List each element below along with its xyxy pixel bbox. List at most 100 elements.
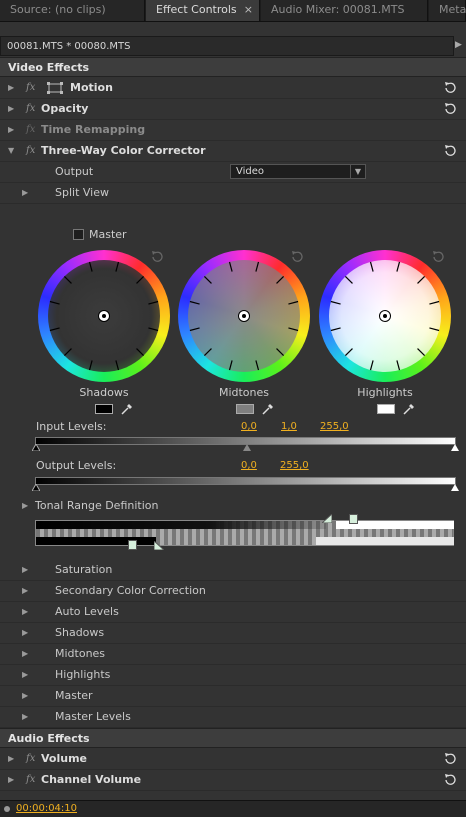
expand-triangle-icon[interactable]: ▶ (8, 99, 14, 119)
timecode-display[interactable]: 00:00:04:10 (16, 801, 77, 817)
fx-toggle-icon[interactable]: fx (26, 99, 35, 119)
output-black-value[interactable]: 0,0 (241, 460, 257, 471)
expand-triangle-icon[interactable]: ▶ (22, 686, 28, 706)
effect-row-time-remapping[interactable]: ▶ fx Time Remapping (0, 120, 466, 141)
expand-triangle-icon[interactable]: ▶ (22, 581, 28, 601)
midtones-color-swatch[interactable] (236, 404, 254, 414)
tab-metadata[interactable]: Meta (429, 0, 466, 21)
subitem-saturation[interactable]: ▶ Saturation (0, 560, 466, 581)
reset-icon[interactable] (444, 752, 457, 765)
effect-row-motion[interactable]: ▶ fx Motion (0, 78, 466, 99)
subitem-midtones[interactable]: ▶ Midtones (0, 644, 466, 665)
split-view-row[interactable]: ▶ Split View (0, 183, 466, 204)
effect-row-three-way-color-corrector[interactable]: ▼ fx Three-Way Color Corrector (0, 141, 466, 162)
highlights-color-wheel[interactable] (319, 250, 451, 382)
wheel-tick (288, 327, 299, 332)
wheel-tick (148, 327, 159, 332)
wheel-tick (330, 300, 341, 305)
input-black-value[interactable]: 0,0 (241, 421, 257, 432)
reset-icon[interactable] (444, 81, 457, 94)
fx-toggle-icon[interactable]: fx (26, 141, 35, 161)
input-gray-slider[interactable] (243, 444, 251, 451)
subitem-label: Midtones (55, 647, 106, 660)
shadow-threshold-handle[interactable] (128, 540, 137, 550)
wheel-tick (330, 327, 341, 332)
subitem-highlights[interactable]: ▶ Highlights (0, 665, 466, 686)
input-black-slider[interactable] (32, 444, 40, 451)
effect-row-channel-volume[interactable]: ▶ fx Channel Volume (0, 770, 466, 791)
wheel-tick (189, 327, 200, 332)
tab-effect-controls[interactable]: Effect Controls × (146, 0, 260, 21)
tonal-range-label: Tonal Range Definition (35, 499, 159, 512)
expand-triangle-icon[interactable]: ▶ (22, 623, 28, 643)
shadows-balance-handle[interactable] (98, 310, 110, 322)
output-dropdown[interactable]: Video ▼ (230, 164, 366, 179)
tonal-range-row[interactable]: ▶ Tonal Range Definition (0, 496, 466, 517)
tab-source-label: Source: (no clips) (10, 3, 106, 16)
expand-triangle-icon[interactable]: ▶ (22, 496, 28, 516)
output-white-slider[interactable] (451, 484, 459, 491)
collapse-triangle-icon[interactable]: ▼ (8, 141, 14, 161)
reset-icon[interactable] (432, 250, 445, 263)
highlight-threshold-handle[interactable] (349, 514, 358, 524)
reset-icon[interactable] (444, 144, 457, 157)
expand-triangle-icon[interactable]: ▶ (8, 770, 14, 790)
input-gray-value[interactable]: 1,0 (281, 421, 297, 432)
transform-box-icon[interactable] (46, 82, 64, 94)
expand-triangle-icon[interactable]: ▶ (22, 560, 28, 580)
fx-toggle-icon[interactable]: fx (26, 78, 35, 98)
shadows-color-wheel[interactable] (38, 250, 170, 382)
fx-toggle-icon: fx (26, 124, 36, 135)
expand-triangle-icon[interactable]: ▶ (22, 707, 28, 727)
wheel-tick (49, 300, 60, 305)
expand-triangle-icon[interactable]: ▶ (8, 78, 14, 98)
wheel-tick (396, 261, 401, 272)
expand-triangle-icon[interactable]: ▶ (22, 665, 28, 685)
fx-toggle-icon[interactable]: fx (26, 749, 35, 769)
expand-triangle-icon[interactable]: ▶ (8, 120, 14, 140)
shadow-softness-handle[interactable] (154, 541, 164, 550)
input-white-value[interactable]: 255,0 (320, 421, 349, 432)
effect-row-volume[interactable]: ▶ fx Volume (0, 749, 466, 770)
expand-triangle-icon[interactable]: ▶ (22, 183, 28, 203)
reset-icon[interactable] (291, 250, 304, 263)
output-white-value[interactable]: 255,0 (280, 460, 309, 471)
split-view-label: Split View (55, 186, 109, 199)
midtones-color-wheel[interactable] (178, 250, 310, 382)
shadows-color-swatch[interactable] (95, 404, 113, 414)
reset-icon[interactable] (444, 773, 457, 786)
subitem-auto-levels[interactable]: ▶ Auto Levels (0, 602, 466, 623)
highlights-balance-handle[interactable] (379, 310, 391, 322)
master-checkbox[interactable] (73, 229, 84, 240)
tonal-range-bar[interactable] (35, 520, 454, 546)
reset-icon[interactable] (444, 102, 457, 115)
clip-selector[interactable]: 00081.MTS * 00080.MTS (0, 36, 454, 56)
close-icon[interactable]: × (244, 0, 253, 20)
subitem-shadows[interactable]: ▶ Shadows (0, 623, 466, 644)
tab-audio-mixer[interactable]: Audio Mixer: 00081.MTS (261, 0, 428, 21)
wheel-tick (148, 300, 159, 305)
output-black-slider[interactable] (32, 484, 40, 491)
midtones-balance-handle[interactable] (238, 310, 250, 322)
tab-source[interactable]: Source: (no clips) (0, 0, 145, 21)
tab-metadata-label: Meta (439, 3, 466, 16)
expand-triangle-icon[interactable]: ▶ (22, 602, 28, 622)
fx-toggle-icon[interactable]: fx (26, 770, 35, 790)
wheel-tick (203, 348, 212, 357)
subitem-secondary-color-correction[interactable]: ▶ Secondary Color Correction (0, 581, 466, 602)
expand-triangle-icon[interactable]: ▶ (8, 749, 14, 769)
eyedropper-icon[interactable] (121, 403, 133, 415)
input-white-slider[interactable] (451, 444, 459, 451)
eyedropper-icon[interactable] (403, 403, 415, 415)
subitem-master-levels[interactable]: ▶ Master Levels (0, 707, 466, 728)
expand-triangle-icon[interactable]: ▶ (22, 644, 28, 664)
chevron-right-icon[interactable]: ▶ (455, 40, 462, 50)
highlights-color-swatch[interactable] (377, 404, 395, 414)
highlight-softness-handle[interactable] (322, 514, 332, 523)
output-levels-gradient[interactable] (35, 477, 456, 485)
reset-icon[interactable] (151, 250, 164, 263)
subitem-master[interactable]: ▶ Master (0, 686, 466, 707)
effect-row-opacity[interactable]: ▶ fx Opacity (0, 99, 466, 120)
eyedropper-icon[interactable] (262, 403, 274, 415)
wheel-tick (369, 360, 374, 371)
